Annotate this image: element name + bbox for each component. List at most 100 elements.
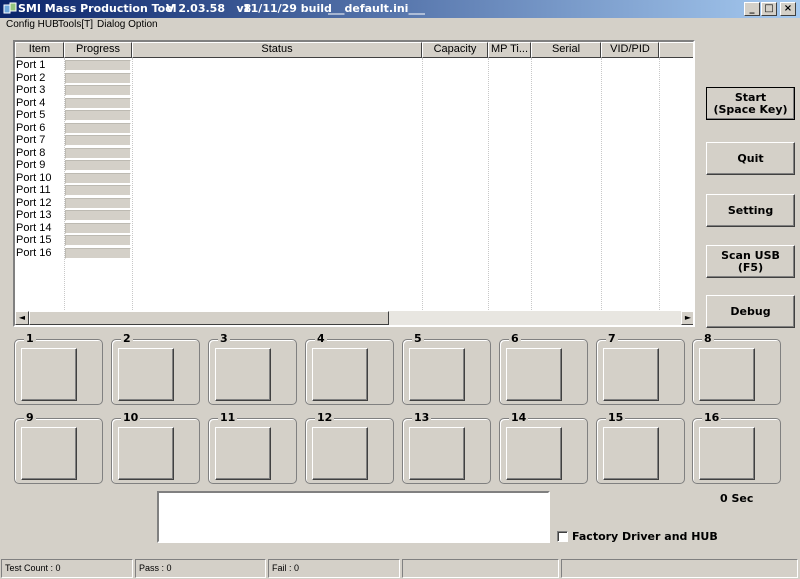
message-box[interactable] [157, 491, 550, 543]
port-number: 6 [509, 332, 521, 345]
progress-bar [65, 247, 131, 259]
column-mp-time[interactable]: MP Ti... [488, 42, 531, 58]
port-button[interactable] [409, 427, 465, 480]
factory-driver-label: Factory Driver and HUB [572, 530, 718, 543]
column-vid-pid[interactable]: VID/PID [601, 42, 659, 58]
list-header: Item Progress Status Capacity MP Ti... S… [15, 42, 693, 58]
menu-tools[interactable]: Tools[T] [58, 19, 93, 30]
progress-bar [65, 72, 131, 84]
ini-file: ___default.ini___ [328, 2, 425, 15]
port-button[interactable] [506, 348, 562, 401]
app-version: V 2.03.58 v8 [166, 2, 252, 15]
menu-bar: Config HUB Tools[T] Dialog Option [0, 18, 800, 32]
port-number: 7 [606, 332, 618, 345]
port-label: Port 11 [16, 184, 51, 196]
port-group: 3 [208, 332, 297, 405]
progress-bar [65, 172, 131, 184]
column-capacity[interactable]: Capacity [422, 42, 488, 58]
close-icon: × [783, 3, 793, 14]
progress-bar [65, 197, 131, 209]
maximize-icon: □ [764, 3, 774, 14]
port-label: Port 6 [16, 121, 46, 134]
table-row[interactable]: Port 11 [15, 184, 693, 197]
port-button[interactable] [603, 427, 659, 480]
table-row[interactable]: Port 7 [15, 134, 693, 147]
setting-button[interactable]: Setting [706, 194, 795, 227]
table-row[interactable]: Port 5 [15, 109, 693, 122]
scroll-thumb[interactable] [29, 311, 389, 325]
port-button[interactable] [409, 348, 465, 401]
port-label: Port 13 [16, 209, 52, 221]
maximize-button[interactable]: □ [761, 2, 777, 16]
scroll-right-button[interactable]: ► [681, 311, 693, 325]
port-label: Port 9 [16, 159, 46, 171]
port-group: 4 [305, 332, 394, 405]
status-bar: Test Count : 0 Pass : 0 Fail : 0 [0, 557, 800, 579]
port-number: 12 [315, 411, 335, 424]
port-button[interactable] [118, 348, 174, 401]
port-label: Port 10 [16, 171, 52, 184]
port-button[interactable] [699, 348, 755, 401]
debug-button[interactable]: Debug [706, 295, 795, 328]
port-label: Port 5 [16, 109, 46, 121]
table-row[interactable]: Port 16 [15, 247, 693, 260]
progress-bar [65, 147, 131, 159]
table-row[interactable]: Port 6 [15, 121, 693, 135]
table-row[interactable]: Port 15 [15, 234, 693, 247]
quit-button[interactable]: Quit [706, 142, 795, 175]
table-row[interactable]: Port 2 [15, 72, 693, 85]
minimize-button[interactable]: _ [744, 2, 760, 16]
port-group: 2 [111, 332, 200, 405]
port-button[interactable] [118, 427, 174, 480]
port-group: 5 [402, 332, 491, 405]
progress-bar [65, 222, 131, 234]
start-button[interactable]: Start (Space Key) [706, 87, 795, 120]
column-status[interactable]: Status [132, 42, 422, 58]
table-row[interactable]: Port 12 [15, 197, 693, 210]
factory-driver-checkbox[interactable]: Factory Driver and HUB [557, 530, 718, 543]
horizontal-scrollbar[interactable]: ◄ ► [15, 311, 693, 325]
table-row[interactable]: Port 9 [15, 159, 693, 172]
port-button[interactable] [312, 427, 368, 480]
checkbox-box[interactable] [557, 531, 568, 542]
port-label: Port 1 [16, 59, 46, 71]
port-button[interactable] [21, 427, 77, 480]
table-row[interactable]: Port 4 [15, 97, 693, 110]
progress-bar [65, 122, 131, 134]
table-row[interactable]: Port 10 [15, 171, 693, 185]
port-list[interactable]: Item Progress Status Capacity MP Ti... S… [13, 40, 695, 327]
column-serial[interactable]: Serial [531, 42, 601, 58]
port-group: 8 [692, 332, 781, 405]
scroll-left-button[interactable]: ◄ [15, 311, 29, 325]
menu-config-hub[interactable]: Config HUB [6, 19, 59, 30]
table-row[interactable]: Port 14 [15, 222, 693, 235]
test-count: Test Count : 0 [1, 559, 133, 578]
port-button[interactable] [215, 427, 271, 480]
port-number: 15 [606, 411, 626, 424]
port-button[interactable] [699, 427, 755, 480]
port-button[interactable] [215, 348, 271, 401]
port-group: 15 [596, 411, 685, 484]
port-button[interactable] [21, 348, 77, 401]
table-row[interactable]: Port 1 [15, 59, 693, 72]
table-row[interactable]: Port 13 [15, 209, 693, 222]
port-group: 11 [208, 411, 297, 484]
table-row[interactable]: Port 3 [15, 84, 693, 97]
progress-bar [65, 185, 131, 196]
table-row[interactable]: Port 8 [15, 147, 693, 160]
menu-dialog-option[interactable]: Dialog Option [97, 19, 158, 30]
port-label: Port 15 [16, 234, 52, 246]
port-button[interactable] [506, 427, 562, 480]
column-progress[interactable]: Progress [64, 42, 132, 58]
port-button[interactable] [312, 348, 368, 401]
port-button[interactable] [603, 348, 659, 401]
port-group: 14 [499, 411, 588, 484]
port-number: 13 [412, 411, 432, 424]
port-group: 7 [596, 332, 685, 405]
close-button[interactable]: × [780, 2, 796, 16]
column-item[interactable]: Item [15, 42, 64, 58]
build-date: 11/11/29 build [243, 2, 332, 15]
scan-usb-button[interactable]: Scan USB (F5) [706, 245, 795, 278]
port-group: 10 [111, 411, 200, 484]
port-number: 3 [218, 332, 230, 345]
